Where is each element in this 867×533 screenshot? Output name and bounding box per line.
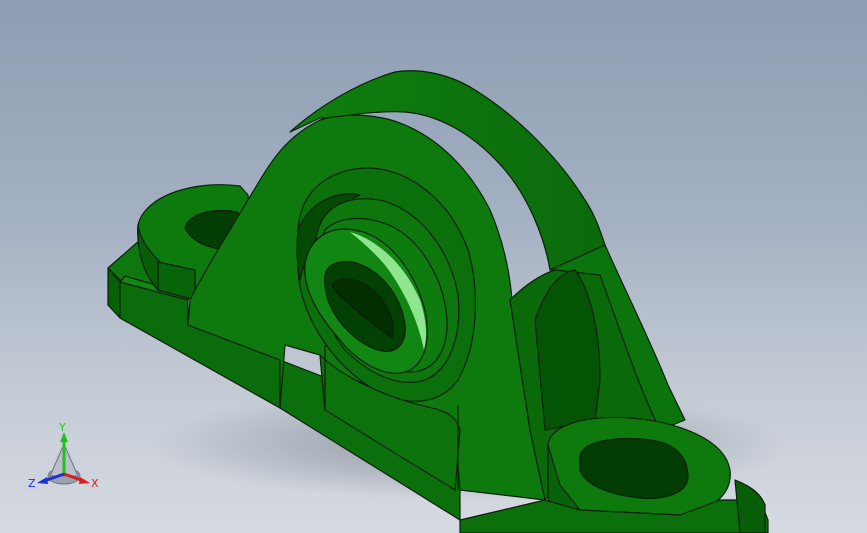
reference-triad: Y X Z — [28, 421, 99, 490]
z-axis-arrow — [37, 477, 48, 484]
right-base-edge — [734, 479, 766, 533]
z-axis-label: Z — [28, 477, 36, 490]
y-axis-label: Y — [58, 421, 66, 434]
x-axis-label: X — [91, 477, 99, 490]
pillow-block-model[interactable] — [0, 0, 867, 533]
graphics-viewport[interactable]: Y X Z — [0, 0, 867, 533]
x-axis-arrow — [79, 477, 90, 484]
